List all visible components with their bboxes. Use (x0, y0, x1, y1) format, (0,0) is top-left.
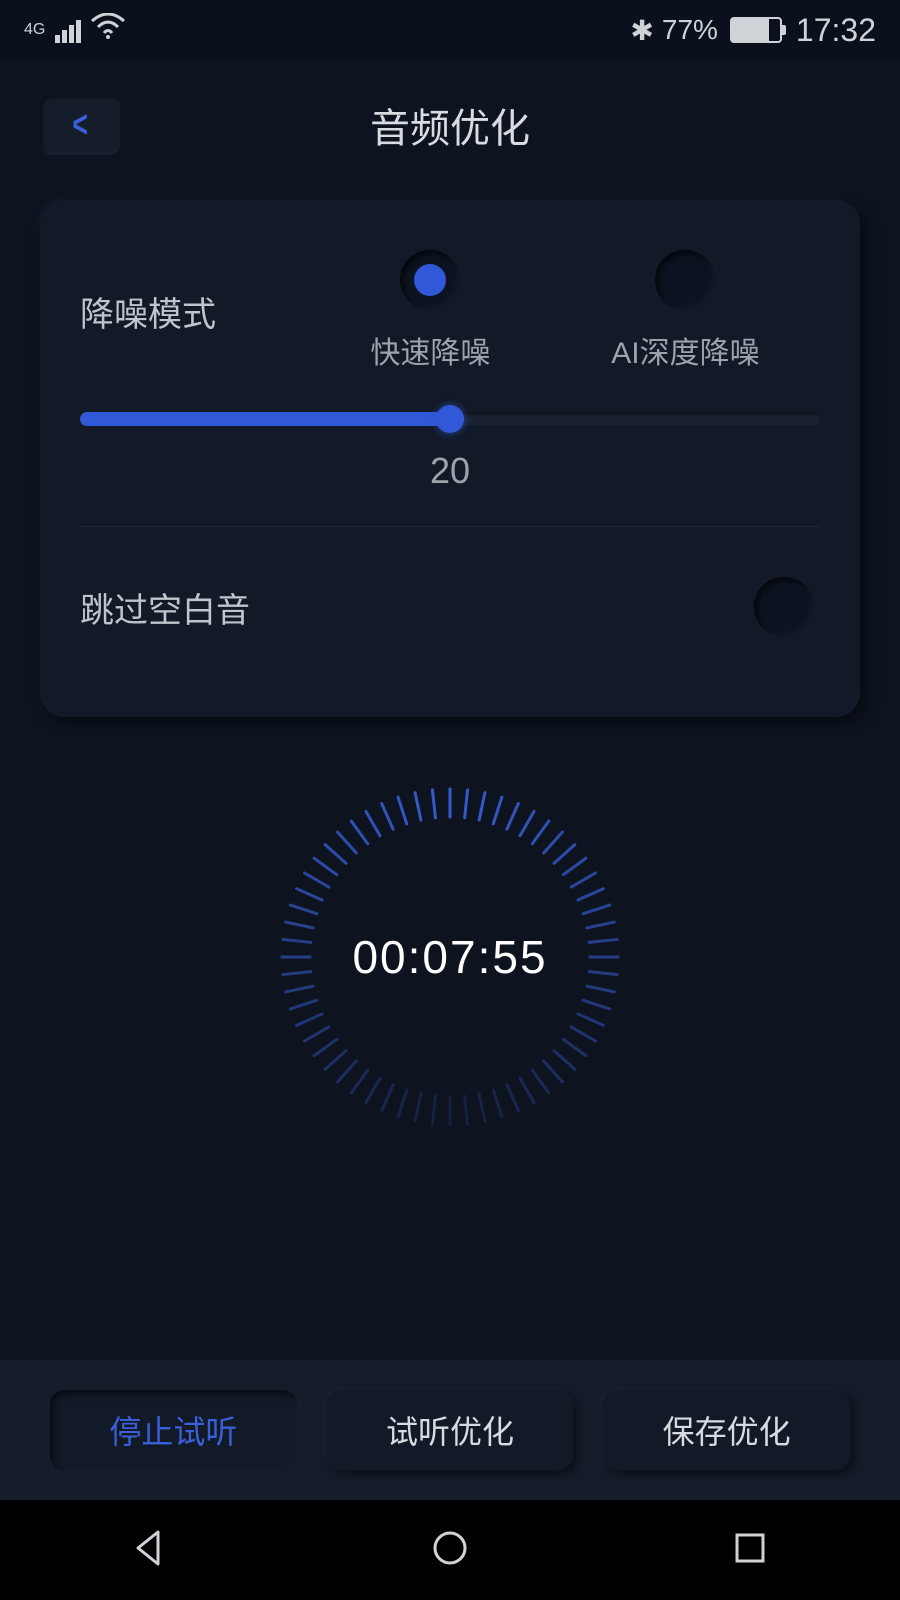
radio-fast-denoise[interactable]: 快速降噪 (370, 250, 490, 372)
noise-mode-row: 降噪模式 快速降噪 AI深度降噪 (80, 250, 820, 372)
status-time: 17:32 (796, 12, 876, 49)
timer-display: 00:07:55 (352, 930, 547, 984)
bluetooth-icon: ✱ (630, 14, 653, 47)
radio-label: AI深度降噪 (611, 328, 759, 372)
button-label: 停止试听 (109, 1407, 237, 1453)
action-bar: 停止试听 试听优化 保存优化 (0, 1360, 900, 1500)
back-button[interactable]: < (40, 95, 120, 155)
noise-mode-label: 降噪模式 (80, 287, 310, 336)
nav-home-icon[interactable] (430, 1528, 470, 1573)
timer-dial: 00:07:55 (270, 777, 630, 1137)
app-header: < 音频优化 (0, 60, 900, 190)
button-label: 试听优化 (386, 1407, 514, 1453)
preview-optimize-button[interactable]: 试听优化 (327, 1390, 574, 1470)
intensity-slider[interactable] (80, 412, 820, 426)
radio-icon (400, 250, 460, 310)
button-label: 保存优化 (663, 1407, 791, 1453)
radio-label: 快速降噪 (370, 328, 490, 372)
status-right: ✱ 77% 17:32 (630, 12, 876, 49)
wifi-icon (91, 13, 125, 47)
slider-value: 20 (80, 450, 820, 492)
settings-card: 降噪模式 快速降噪 AI深度降噪 20 跳过空白音 (40, 200, 860, 717)
slider-track (80, 412, 820, 426)
skip-silence-toggle[interactable] (754, 577, 814, 637)
nav-recent-icon[interactable] (730, 1528, 770, 1573)
android-nav-bar (0, 1500, 900, 1600)
status-left: 4G (24, 13, 125, 47)
divider (80, 526, 820, 527)
nav-back-icon[interactable] (130, 1528, 170, 1573)
save-optimize-button[interactable]: 保存优化 (603, 1390, 850, 1470)
status-bar: 4G ✱ 77% 17:32 (0, 0, 900, 60)
slider-thumb[interactable] (436, 405, 464, 433)
slider-fill (80, 412, 450, 426)
battery-icon (730, 17, 782, 43)
chevron-left-icon: < (72, 104, 88, 147)
battery-pct: 77% (662, 14, 718, 46)
radio-icon (655, 250, 715, 310)
stop-preview-button[interactable]: 停止试听 (50, 1390, 297, 1470)
timer-area: 00:07:55 (0, 777, 900, 1137)
signal-icon (55, 17, 81, 43)
radio-ai-denoise[interactable]: AI深度降噪 (611, 250, 759, 372)
skip-silence-row: 跳过空白音 (80, 577, 820, 637)
network-type: 4G (24, 22, 45, 38)
skip-silence-label: 跳过空白音 (80, 583, 250, 632)
page-title: 音频优化 (370, 96, 530, 154)
noise-mode-options: 快速降噪 AI深度降噪 (310, 250, 820, 372)
